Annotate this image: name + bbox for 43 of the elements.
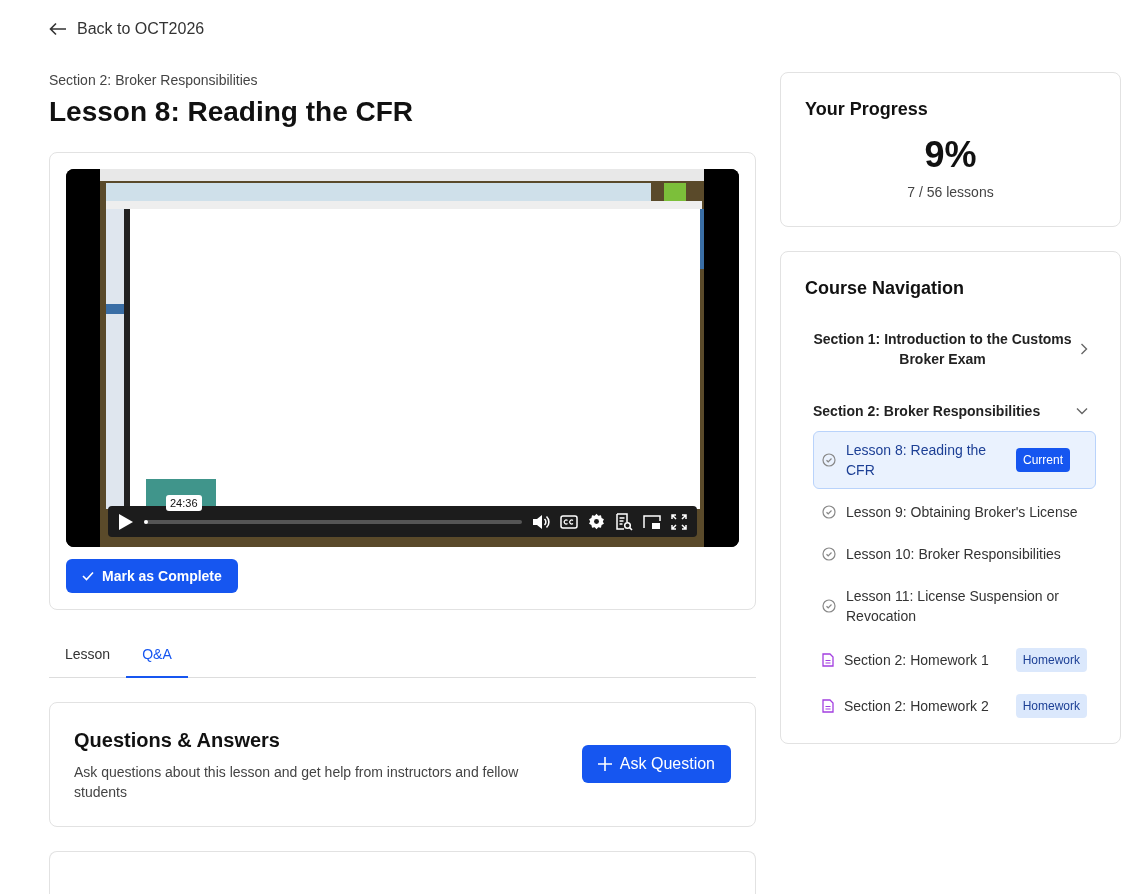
check-circle-icon xyxy=(822,505,836,519)
lesson-title: Lesson 8: Reading the CFR xyxy=(49,96,415,128)
current-tag: Current xyxy=(1016,448,1070,472)
plus-icon xyxy=(597,757,612,771)
lesson-item[interactable]: Section 2: Homework 2 Homework xyxy=(813,685,1096,727)
fullscreen-icon[interactable] xyxy=(671,513,687,530)
check-circle-icon xyxy=(822,599,836,613)
lesson-item[interactable]: Section 2: Homework 1 Homework xyxy=(813,639,1096,681)
navigation-title: Course Navigation xyxy=(805,278,966,299)
section-header[interactable]: Section 2: Broker Responsibilities xyxy=(805,391,1096,431)
homework-tag: Homework xyxy=(1015,694,1087,718)
transcript-icon[interactable] xyxy=(615,512,633,531)
qa-title: Questions & Answers xyxy=(74,729,281,752)
back-link[interactable]: Back to OCT2026 xyxy=(49,20,205,38)
settings-icon[interactable] xyxy=(588,513,605,530)
ask-question-button[interactable]: Ask Question xyxy=(581,745,731,783)
volume-icon[interactable] xyxy=(532,513,550,530)
progress-title: Your Progress xyxy=(805,99,929,120)
lesson-item[interactable]: Lesson 11: License Suspension or Revocation xyxy=(813,577,1096,635)
captions-icon[interactable] xyxy=(560,514,578,529)
tab[interactable]: Q&A xyxy=(126,636,188,678)
lesson-item[interactable]: Lesson 10: Broker Responsibilities xyxy=(813,535,1096,573)
tab[interactable]: Lesson xyxy=(49,636,127,678)
check-icon xyxy=(82,571,94,581)
check-circle-icon xyxy=(822,453,836,467)
time-tooltip: 24:36 xyxy=(166,495,202,511)
lesson-item[interactable]: Lesson 8: Reading the CFR Current xyxy=(813,431,1096,489)
progress-percent: 9% xyxy=(923,134,978,176)
chevron-right-icon xyxy=(1080,343,1088,355)
document-icon xyxy=(822,653,834,667)
lesson-item[interactable]: Lesson 9: Obtaining Broker's License xyxy=(813,493,1096,531)
check-circle-icon xyxy=(822,547,836,561)
arrow-left-icon xyxy=(49,22,67,36)
breadcrumb: Section 2: Broker Responsibilities xyxy=(49,72,259,88)
picture-in-picture-icon[interactable] xyxy=(643,513,661,530)
document-icon xyxy=(822,699,834,713)
homework-tag: Homework xyxy=(1015,648,1087,672)
mark-complete-button[interactable]: Mark as Complete xyxy=(66,559,238,593)
chevron-down-icon xyxy=(1076,407,1088,415)
progress-count: 7 / 56 lessons xyxy=(906,184,995,200)
play-icon[interactable] xyxy=(118,512,134,531)
section-header[interactable]: Section 1: Introduction to the Customs Broker Exam xyxy=(805,319,1096,379)
qa-description: Ask questions about this lesson and get help from instructors and fellow students xyxy=(74,763,520,802)
